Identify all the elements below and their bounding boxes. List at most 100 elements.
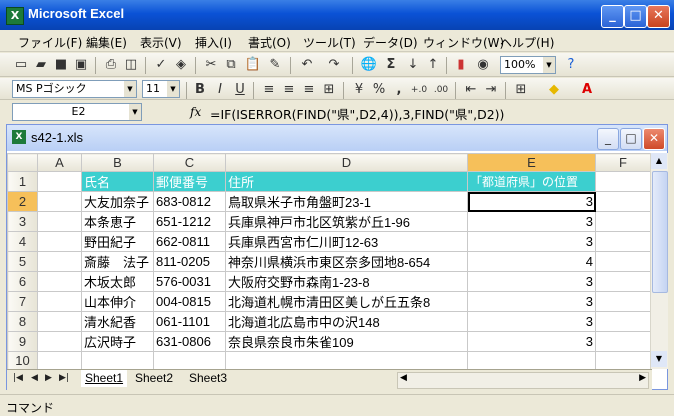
cell-b5[interactable]: 斎藤 法子 [81,251,154,272]
formula-input[interactable]: =IF(ISERROR(FIND("県",D2,4)),3,FIND("県",D… [210,104,504,123]
fill-color-icon[interactable]: ◆ [545,81,563,99]
increase-indent-icon[interactable]: ⇥ [482,81,500,99]
currency-icon[interactable]: ¥ [350,81,368,99]
close-button[interactable]: ✕ [647,5,670,28]
cell-e6[interactable]: 3 [467,271,596,292]
paste-icon[interactable]: 📋 [244,56,262,74]
font-size-select[interactable]: 11 ▼ [142,80,180,98]
column-header-a[interactable]: A [37,153,82,172]
undo-icon[interactable]: ↶ [298,56,316,74]
cell-e7[interactable]: 3 [467,291,596,312]
cell-f3[interactable] [595,211,651,232]
cell-d1[interactable]: 住所 [225,171,468,192]
cell[interactable] [153,351,226,370]
menu-edit[interactable]: 編集(E) [86,34,127,51]
cell-f9[interactable] [595,331,651,352]
cell-a2[interactable] [37,191,82,212]
cell-f6[interactable] [595,271,651,292]
menu-window[interactable]: ウィンドウ(W) [423,34,504,51]
cell-c1[interactable]: 郵便番号 [153,171,226,192]
research-icon[interactable]: ◈ [172,56,190,74]
horizontal-scrollbar[interactable]: ◀ ▶ [397,372,649,389]
cell-c8[interactable]: 061-1101 [153,311,226,332]
italic-button[interactable]: I [211,81,229,99]
font-color-icon[interactable]: A [578,81,596,99]
cell-d3[interactable]: 兵庫県神戸市北区筑紫が丘1-96 [225,211,468,232]
cell-a6[interactable] [37,271,82,292]
decrease-decimal-icon[interactable]: .00 [432,81,450,99]
menu-view[interactable]: 表示(V) [140,34,182,51]
copy-icon[interactable]: ⧉ [222,56,240,74]
menu-insert[interactable]: 挿入(I) [195,34,232,51]
next-sheet-icon[interactable]: ▶ [45,373,52,383]
cell-b3[interactable]: 本条恵子 [81,211,154,232]
redo-icon[interactable]: ↷ [325,56,343,74]
cell-e9[interactable]: 3 [467,331,596,352]
row-header-9[interactable]: 9 [7,331,38,352]
percent-button[interactable]: % [370,81,388,99]
column-header-e[interactable]: E [467,153,596,172]
cell-f1[interactable] [595,171,651,192]
save-icon[interactable]: ■ [52,56,70,74]
minimize-button[interactable]: _ [601,5,624,28]
sort-descending-icon[interactable]: ↑ [424,56,442,74]
column-header-b[interactable]: B [81,153,154,172]
cell-e1[interactable]: 「都道府県」の位置 [467,171,596,192]
cell-d4[interactable]: 兵庫県西宮市仁川町12-63 [225,231,468,252]
cell-f8[interactable] [595,311,651,332]
maximize-button[interactable]: □ [624,5,647,28]
cell-d8[interactable]: 北海道北広島市中の沢148 [225,311,468,332]
scroll-thumb[interactable] [652,171,668,293]
name-box[interactable]: E2 ▼ [12,103,142,121]
cell-b1[interactable]: 氏名 [81,171,154,192]
cell-b4[interactable]: 野田紀子 [81,231,154,252]
cell[interactable] [467,351,596,370]
workbook-restore-button[interactable]: □ [620,128,642,150]
autosum-icon[interactable]: Σ [382,56,400,74]
cell[interactable] [37,351,82,370]
cell-c2[interactable]: 683-0812 [153,191,226,212]
cell-c3[interactable]: 651-1212 [153,211,226,232]
cell-f7[interactable] [595,291,651,312]
increase-decimal-icon[interactable]: +.0 [410,81,428,99]
bold-button[interactable]: B [191,81,209,99]
cell-d7[interactable]: 北海道札幌市清田区美しが丘五条8 [225,291,468,312]
new-file-icon[interactable]: ▭ [12,56,30,74]
cell-b2[interactable]: 大友加奈子 [81,191,154,212]
align-left-icon[interactable]: ≡ [260,81,278,99]
cell[interactable] [81,351,154,370]
cell-f4[interactable] [595,231,651,252]
help-icon[interactable]: ? [562,56,580,74]
row-header-1[interactable]: 1 [7,171,38,192]
row-header-8[interactable]: 8 [7,311,38,332]
cell-c5[interactable]: 811-0205 [153,251,226,272]
scroll-down-icon[interactable]: ▼ [651,351,667,367]
cell-d5[interactable]: 神奈川県横浜市東区奈多団地8-654 [225,251,468,272]
row-header-4[interactable]: 4 [7,231,38,252]
cell[interactable] [595,351,651,370]
menu-data[interactable]: データ(D) [363,34,418,51]
row-header-6[interactable]: 6 [7,271,38,292]
row-header-10[interactable]: 10 [7,351,38,370]
prev-sheet-icon[interactable]: ◀ [31,373,38,383]
row-header-2[interactable]: 2 [7,191,38,212]
row-header-3[interactable]: 3 [7,211,38,232]
scroll-right-icon[interactable]: ▶ [639,373,646,383]
cell-e8[interactable]: 3 [467,311,596,332]
cell[interactable] [225,351,468,370]
format-painter-icon[interactable]: ✎ [266,56,284,74]
column-header-c[interactable]: C [153,153,226,172]
print-preview-icon[interactable]: ◫ [122,56,140,74]
scroll-up-icon[interactable]: ▲ [651,153,667,169]
print-icon[interactable]: ⎙ [102,56,120,74]
zoom-select[interactable]: 100% ▼ [500,56,556,74]
sort-ascending-icon[interactable]: ↓ [404,56,422,74]
row-header-7[interactable]: 7 [7,291,38,312]
cell-c4[interactable]: 662-0811 [153,231,226,252]
cell-f2[interactable] [595,191,651,212]
cell-d2[interactable]: 鳥取県米子市角盤町23-1 [225,191,468,212]
drawing-icon[interactable]: ◉ [474,56,492,74]
cell-b8[interactable]: 清水紀香 [81,311,154,332]
last-sheet-icon[interactable]: ▶| [59,373,69,383]
spelling-icon[interactable]: ✓ [152,56,170,74]
